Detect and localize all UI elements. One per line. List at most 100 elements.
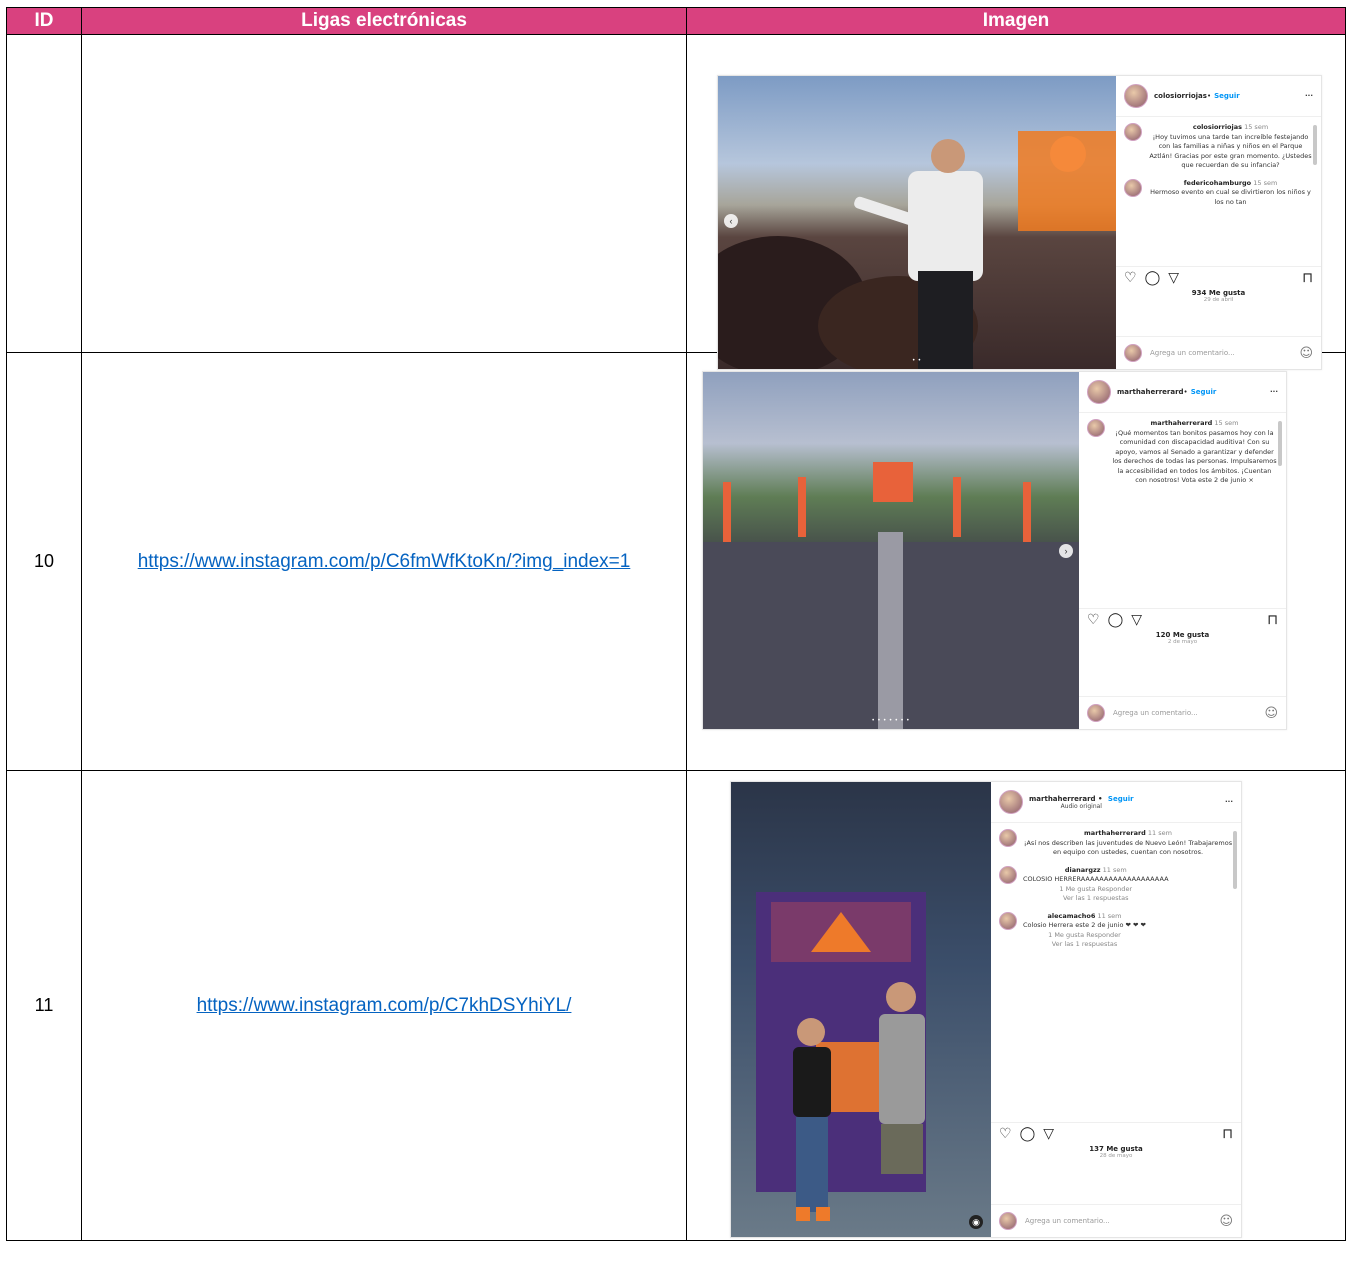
avatar[interactable]: [1124, 123, 1142, 141]
comment-icon[interactable]: ◯: [1145, 270, 1161, 286]
comment-text: COLOSIO HERRERAAAAAAAAAAAAAAAAAAA: [1023, 875, 1169, 883]
emoji-icon[interactable]: ☺: [1264, 706, 1278, 721]
post-actions: ♡ ◯ ▽ ⊓ 934 Me gusta 29 de abril: [1116, 266, 1321, 303]
table-row: ‹ • • colosiorriojas • Seguir ··· colosi…: [6, 34, 1346, 370]
comment-text: ¡Qué momentos tan bonitos pasamos hoy co…: [1112, 428, 1277, 485]
audio-label[interactable]: Audio original: [1029, 803, 1134, 810]
post-username[interactable]: colosiorriojas: [1154, 92, 1207, 100]
more-options-icon[interactable]: ···: [1270, 388, 1278, 396]
heart-icon[interactable]: ♡: [999, 1126, 1012, 1142]
comment: colosiorriojas 15 sem ¡Hoy tuvimos una ta…: [1124, 123, 1313, 171]
comments-section: marthaherrerard 15 sem ¡Qué momentos tan …: [1079, 413, 1286, 615]
follow-button[interactable]: Seguir: [1191, 388, 1217, 396]
row-id: 10: [6, 352, 82, 771]
post-username[interactable]: marthaherrerard: [1117, 388, 1184, 396]
add-comment-input[interactable]: Agrega un comentario...: [1113, 709, 1198, 717]
comment-user[interactable]: alecamacho6: [1047, 912, 1095, 920]
more-options-icon[interactable]: ···: [1305, 92, 1313, 100]
comment-time: 11 sem: [1147, 829, 1172, 837]
previous-image-icon[interactable]: ‹: [724, 214, 738, 228]
row-image: › • • • • • • • marthaherrerard • Seguir…: [686, 352, 1346, 771]
avatar[interactable]: [999, 865, 1017, 884]
avatar: [999, 1212, 1017, 1230]
separator-dot: •: [1206, 92, 1212, 100]
likes-count[interactable]: 934 Me gusta: [1124, 289, 1313, 297]
post-photo-illustration: [756, 892, 926, 1221]
more-options-icon[interactable]: ···: [1225, 798, 1233, 806]
post-header: colosiorriojas • Seguir ···: [1116, 76, 1321, 117]
avatar[interactable]: [999, 790, 1023, 814]
avatar[interactable]: [1124, 178, 1142, 197]
separator-dot: •: [1183, 388, 1188, 396]
post-photo-illustration: [718, 131, 1116, 369]
comment-meta[interactable]: 1 Me gusta Responder: [1059, 885, 1132, 893]
audio-icon[interactable]: ◉: [969, 1215, 983, 1229]
post-photo: › • • • • • • •: [703, 372, 1079, 729]
post-header: marthaherrerard • Seguir ···: [1079, 372, 1286, 413]
next-image-icon[interactable]: ›: [1059, 544, 1073, 558]
comment-user[interactable]: marthaherrerard: [1151, 419, 1213, 427]
table-row: 10 https://www.instagram.com/p/C6fmWfKto…: [6, 352, 1346, 771]
post-date: 2 de mayo: [1167, 639, 1198, 645]
view-replies-link[interactable]: Ver las 1 respuestas: [1052, 940, 1118, 948]
view-replies-link[interactable]: Ver las 1 respuestas: [1063, 894, 1129, 902]
comment-text: ¡Así nos describen las juventudes de Nue…: [1023, 838, 1233, 857]
comment: marthaherrerard 15 sem ¡Qué momentos tan …: [1087, 419, 1278, 486]
comment-text: ¡Hoy tuvimos una tarde tan increíble fes…: [1149, 132, 1312, 170]
post-link[interactable]: https://www.instagram.com/p/C6fmWfKtoKn/…: [120, 550, 649, 573]
header-image: Imagen: [686, 7, 1346, 35]
instagram-post-screenshot: ◉ marthaherrerard • Seguir Audio origina…: [730, 781, 1242, 1238]
comment-time: 15 sem: [1253, 178, 1278, 187]
bookmark-icon[interactable]: ⊓: [1302, 270, 1313, 286]
post-username[interactable]: marthaherrerard: [1029, 795, 1096, 803]
heart-icon[interactable]: ♡: [1087, 612, 1100, 628]
post-actions: ♡ ◯ ▽ ⊓ 120 Me gusta 2 de mayo: [1079, 608, 1286, 645]
comment-text: Hermoso evento en cual se divirtieron lo…: [1150, 188, 1311, 206]
scrollbar[interactable]: [1233, 831, 1237, 889]
row-link: [81, 34, 687, 353]
avatar[interactable]: [999, 911, 1017, 930]
scrollbar[interactable]: [1278, 421, 1282, 466]
share-icon[interactable]: ▽: [1131, 612, 1142, 628]
comment-user[interactable]: colosiorriojas: [1193, 123, 1242, 131]
avatar[interactable]: [1087, 380, 1111, 404]
post-panel: marthaherrerard • Seguir Audio original …: [991, 782, 1241, 1237]
heart-icon[interactable]: ♡: [1124, 270, 1137, 286]
post-header: marthaherrerard • Seguir Audio original …: [991, 782, 1241, 823]
post-actions: ♡ ◯ ▽ ⊓ 137 Me gusta 28 de mayo: [991, 1122, 1241, 1159]
carousel-dots: • • • • • • •: [872, 718, 910, 724]
emoji-icon[interactable]: ☺: [1219, 1214, 1233, 1229]
table-row: 11 https://www.instagram.com/p/C7khDSYhi…: [6, 770, 1346, 1241]
scrollbar[interactable]: [1313, 125, 1317, 165]
header-links: Ligas electrónicas: [81, 7, 687, 35]
post-photo: ◉: [731, 782, 991, 1237]
share-icon[interactable]: ▽: [1043, 1126, 1054, 1142]
comment-user[interactable]: federicohamburgo: [1184, 179, 1251, 187]
avatar[interactable]: [999, 829, 1017, 847]
row-link: https://www.instagram.com/p/C6fmWfKtoKn/…: [81, 352, 687, 771]
likes-count[interactable]: 137 Me gusta: [999, 1145, 1233, 1153]
comment-time: 15 sem: [1244, 123, 1269, 131]
comment: dianargzz 11 sem COLOSIO HERRERAAAAAAAAAA…: [999, 865, 1233, 904]
comment-user[interactable]: dianargzz: [1065, 866, 1101, 874]
comment-text: Colosio Herrera este 2 de junio ❤ ❤ ❤: [1023, 921, 1146, 929]
avatar[interactable]: [1087, 419, 1105, 437]
post-link[interactable]: https://www.instagram.com/p/C7khDSYhiYL/: [179, 994, 590, 1017]
add-comment-bar: Agrega un comentario... ☺: [991, 1204, 1241, 1237]
comments-section: colosiorriojas 15 sem ¡Hoy tuvimos una ta…: [1116, 117, 1321, 275]
row-id: 11: [6, 770, 82, 1241]
bookmark-icon[interactable]: ⊓: [1267, 612, 1278, 628]
add-comment-input[interactable]: Agrega un comentario...: [1025, 1217, 1110, 1225]
comment-icon[interactable]: ◯: [1020, 1126, 1036, 1142]
comments-section: marthaherrerard 11 sem ¡Así nos describen…: [991, 823, 1241, 1125]
comment-time: 15 sem: [1214, 419, 1239, 427]
share-icon[interactable]: ▽: [1168, 270, 1179, 286]
likes-count[interactable]: 120 Me gusta: [1087, 631, 1278, 639]
comment-user[interactable]: marthaherrerard: [1084, 829, 1146, 837]
bookmark-icon[interactable]: ⊓: [1222, 1126, 1233, 1142]
avatar[interactable]: [1124, 84, 1148, 108]
comment-icon[interactable]: ◯: [1108, 612, 1124, 628]
comment-meta[interactable]: 1 Me gusta Responder: [1048, 931, 1121, 939]
follow-button[interactable]: Seguir: [1108, 795, 1134, 803]
follow-button[interactable]: Seguir: [1214, 92, 1240, 100]
